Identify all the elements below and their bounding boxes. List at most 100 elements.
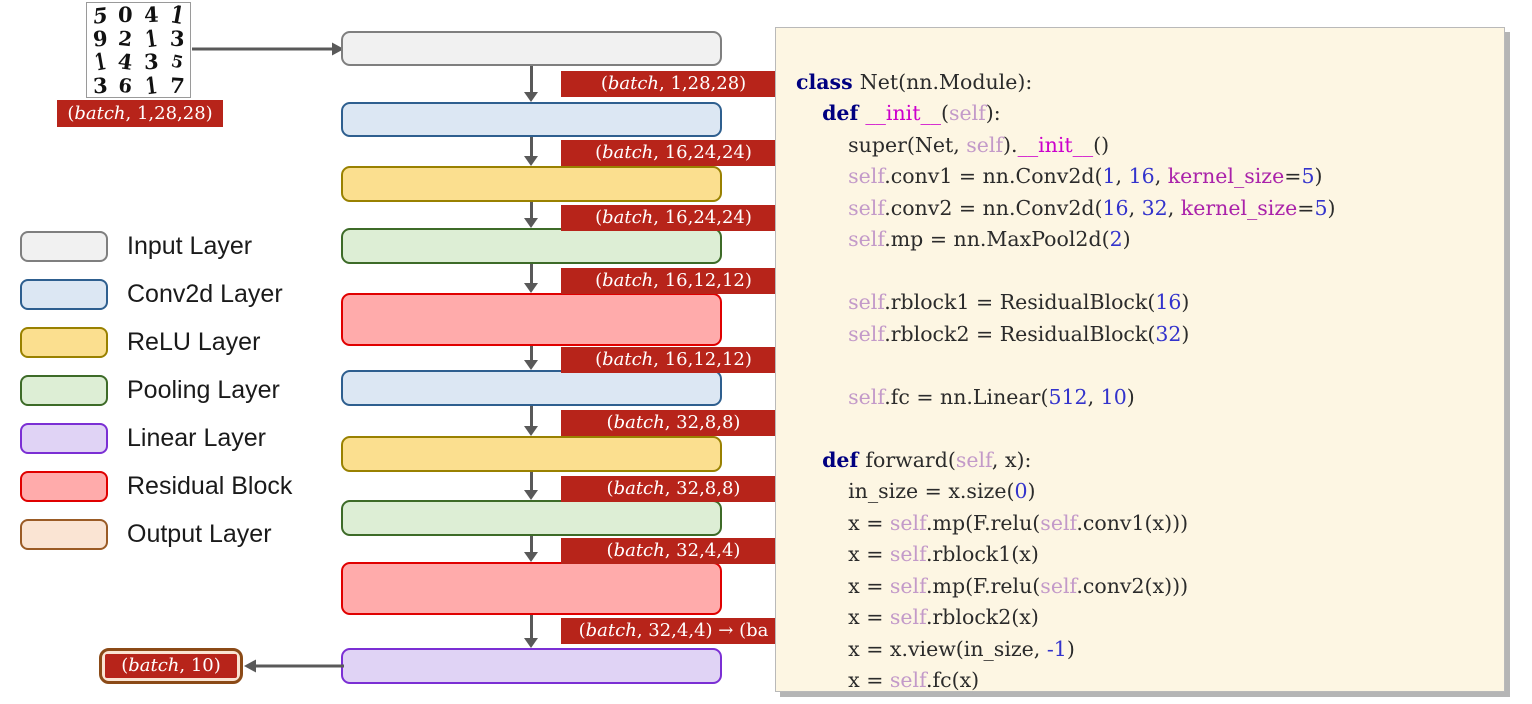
code-token: (nn.Module): <box>898 69 1033 94</box>
mnist-digit: 3 <box>91 72 108 99</box>
mnist-digit: 2 <box>117 25 134 51</box>
code-token: self <box>848 290 885 314</box>
connector-arrow-head <box>524 156 538 166</box>
code-token: self <box>889 573 926 598</box>
legend-swatch <box>20 470 108 502</box>
code-token: ( <box>940 101 949 125</box>
code-token: kernel_size <box>1180 195 1298 220</box>
code-token: ): <box>985 101 1001 125</box>
code-token: super(Net, <box>796 132 967 157</box>
code-token: .fc = nn.Linear( <box>884 384 1049 409</box>
code-token: ) <box>1027 479 1036 503</box>
code-token: , <box>1154 164 1168 188</box>
layer-block-relu-layer <box>341 436 722 472</box>
code-token: self <box>966 132 1004 157</box>
code-token: .conv1(x))) <box>1076 510 1189 535</box>
code-token: .mp(F.relu( <box>925 573 1041 598</box>
code-token: x = <box>796 668 890 692</box>
mnist-digit: 7 <box>168 72 186 99</box>
code-token: ) <box>1126 384 1135 409</box>
code-token: .conv2(x))) <box>1076 573 1189 598</box>
shape-badge: (batch, 1,28,28) <box>561 71 786 97</box>
legend-item-output-layer: Output Layer <box>20 510 320 558</box>
code-token: x = <box>796 542 890 566</box>
code-token: ) <box>1181 290 1190 314</box>
layer-block-relu-layer <box>341 166 722 202</box>
legend-label: ReLU Layer <box>127 327 261 356</box>
legend-label: Linear Layer <box>127 423 266 452</box>
mnist-digit: 1 <box>143 70 159 100</box>
shape-badge: (batch, 32,4,4) <box>561 538 786 564</box>
code-token: = <box>1297 195 1315 220</box>
mnist-digit-grid: 5041921314353617 <box>87 0 190 100</box>
connector-arrow-line <box>530 264 533 283</box>
code-token: 2 <box>1109 227 1123 251</box>
code-token: .rblock1 = ResidualBlock( <box>884 290 1156 314</box>
input-arrow <box>192 42 344 56</box>
connector-arrow-line <box>530 472 533 490</box>
code-token: , <box>1167 195 1181 220</box>
code-token: , <box>1087 384 1101 409</box>
code-token: kernel_size <box>1167 164 1285 188</box>
connector-arrow-head <box>524 490 538 500</box>
legend-swatch <box>20 326 108 358</box>
shape-badge: (batch, 32,8,8) <box>561 476 786 502</box>
legend-swatch <box>20 278 108 310</box>
mnist-digit: 5 <box>169 50 185 73</box>
legend-label: Residual Block <box>127 471 293 500</box>
shape-badge: (batch, 16,24,24) <box>561 140 786 166</box>
mnist-digit: 9 <box>91 25 109 52</box>
python-source-code: class Net(nn.Module): def __init__(self)… <box>796 67 1504 692</box>
code-token: x = <box>796 605 890 629</box>
code-token: 1 <box>1102 164 1116 188</box>
connector-arrow-line <box>530 346 533 360</box>
code-token: in_size = x.size( <box>796 479 1015 503</box>
connector-arrow-line <box>530 615 533 638</box>
output-shape-badge: (batch, 10) <box>105 654 237 678</box>
code-token: ). <box>1003 132 1018 157</box>
code-token: __init__ <box>1017 132 1094 157</box>
code-token: .mp = nn.MaxPool2d( <box>884 227 1110 251</box>
code-token: ) <box>1122 227 1131 251</box>
input-shape-badge: (batch, 1,28,28) <box>57 100 223 127</box>
connector-arrow-head <box>524 283 538 293</box>
code-token: __init__ <box>865 101 941 125</box>
code-token: 5 <box>1301 164 1315 188</box>
layer-block-input-layer <box>341 31 722 66</box>
code-token: .mp(F.relu( <box>925 510 1041 535</box>
code-token: ) <box>1181 321 1190 346</box>
layer-block-linear-layer <box>341 648 722 684</box>
mnist-sample-image: 5041921314353617 <box>86 0 191 100</box>
code-token: 5 <box>1314 195 1328 220</box>
legend-item-linear-layer: Linear Layer <box>20 414 320 462</box>
code-token: -1 <box>1046 636 1067 661</box>
connector-arrow-head <box>524 426 538 436</box>
code-token: .rblock1(x) <box>925 542 1039 566</box>
output-arrow <box>244 659 344 673</box>
code-token: self <box>948 101 986 125</box>
code-token: x = <box>796 573 890 598</box>
code-token: 16 <box>1155 290 1182 314</box>
code-token: def <box>822 101 866 125</box>
code-token: self <box>848 384 885 409</box>
layer-block-pooling-layer <box>341 500 722 536</box>
layer-block-pooling-layer <box>341 228 722 264</box>
code-token: ) <box>1066 636 1075 661</box>
connector-arrow-line <box>530 202 533 218</box>
code-token: self <box>889 542 926 566</box>
shape-badge: (batch, 32,8,8) <box>561 410 786 436</box>
connector-arrow-line <box>530 66 533 92</box>
mnist-digit: 4 <box>116 48 135 76</box>
code-token: .conv2 = nn.Conv2d( <box>884 195 1103 220</box>
layer-block-conv2d-layer <box>341 370 722 406</box>
code-token: self <box>889 605 926 629</box>
mnist-digit: 3 <box>143 49 160 75</box>
code-token: 32 <box>1155 321 1182 346</box>
code-token: .rblock2 = ResidualBlock( <box>884 321 1156 346</box>
legend-item-pooling-layer: Pooling Layer <box>20 366 320 414</box>
code-token: 512 <box>1048 384 1088 409</box>
